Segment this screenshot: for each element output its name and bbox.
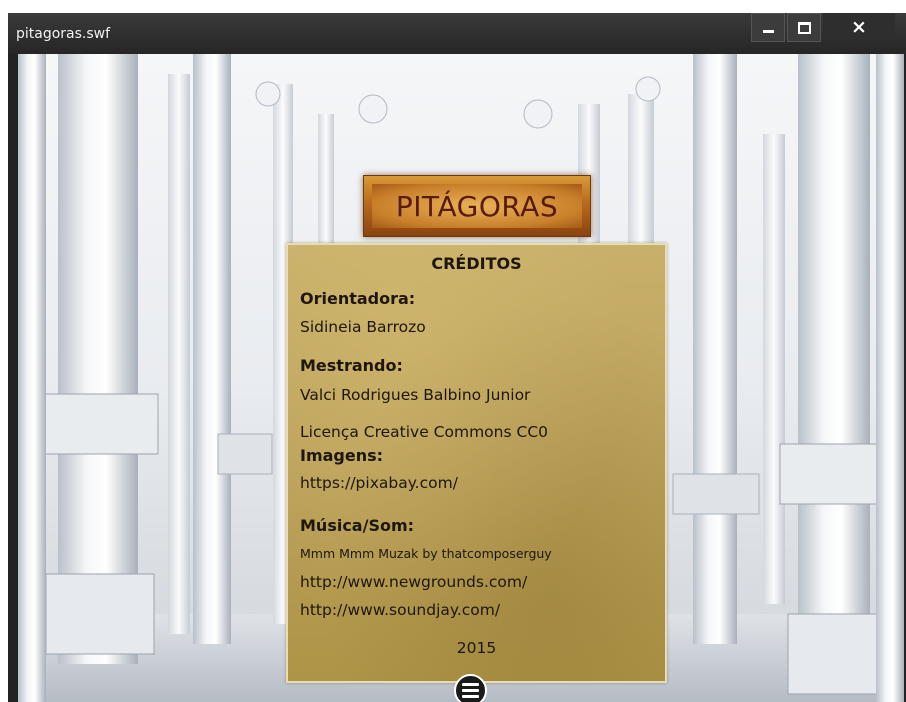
- title-banner: PITÁGORAS: [363, 175, 591, 237]
- close-icon: ×: [851, 15, 867, 38]
- app-window: pitagoras.swf × PITÁGORAS CRÉDITOS Orien…: [8, 13, 906, 702]
- hamburger-menu-icon-line: [462, 695, 479, 698]
- window-title: pitagoras.swf: [16, 26, 111, 42]
- credits-panel: CRÉDITOS Orientadora: Sidineia Barrozo M…: [286, 243, 667, 683]
- credits-heading: CRÉDITOS: [431, 254, 522, 273]
- imagens-link[interactable]: https://pixabay.com/: [300, 474, 458, 492]
- mestrando-value: Valci Rodrigues Balbino Junior: [300, 386, 531, 404]
- maximize-button[interactable]: [787, 13, 821, 42]
- maximize-icon: [797, 21, 811, 34]
- hamburger-menu-icon: [462, 683, 479, 686]
- musica-value: Mmm Mmm Muzak by thatcomposerguy: [300, 546, 552, 561]
- newgrounds-link[interactable]: http://www.newgrounds.com/: [300, 573, 527, 591]
- credits-year: 2015: [456, 639, 497, 657]
- title-bar[interactable]: pitagoras.swf ×: [8, 13, 906, 54]
- menu-button[interactable]: [454, 674, 487, 702]
- imagens-label: Imagens:: [300, 446, 384, 465]
- orientadora-label: Orientadora:: [300, 289, 416, 308]
- musica-label: Música/Som:: [300, 516, 415, 535]
- license-text: Licença Creative Commons CC0: [300, 423, 548, 441]
- close-button[interactable]: ×: [823, 13, 895, 40]
- banner-title: PITÁGORAS: [395, 189, 559, 223]
- hamburger-menu-icon-line: [462, 689, 479, 692]
- soundjay-link[interactable]: http://www.soundjay.com/: [300, 601, 500, 619]
- minimize-icon: [762, 30, 774, 33]
- minimize-button[interactable]: [751, 13, 785, 42]
- mestrando-label: Mestrando:: [300, 356, 403, 375]
- orientadora-value: Sidineia Barrozo: [300, 318, 426, 336]
- flash-stage: PITÁGORAS CRÉDITOS Orientadora: Sidineia…: [18, 54, 904, 702]
